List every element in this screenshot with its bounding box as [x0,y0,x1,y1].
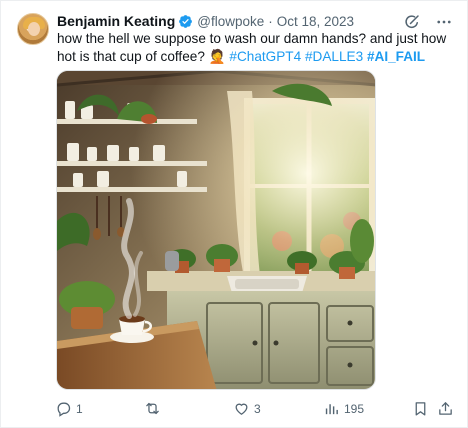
bookmark-button[interactable] [412,400,429,417]
tweet-header: Benjamin Keating @flowpoke · Oct 18, 202… [57,12,354,30]
tweet-actions: 1 3 195 [55,400,455,420]
repost-button[interactable] [144,400,165,417]
hashtag-dalle3[interactable]: #DALLE3 [305,49,363,64]
heart-icon [235,403,248,415]
reply-count: 1 [76,401,83,416]
tweet-image[interactable] [56,70,376,390]
reply-icon [57,402,71,417]
share-button[interactable] [437,400,454,417]
author-name[interactable]: Benjamin Keating [57,13,175,29]
avatar-face [28,22,40,36]
top-right-actions [403,13,453,31]
bookmark-icon [415,402,426,416]
grok-icon[interactable] [403,13,421,31]
avatar[interactable] [17,13,49,45]
hashtag-ai-fail[interactable]: #AI_FAIL [367,49,425,64]
header-separator: · [268,13,273,29]
tweet-text-line2: cup of coffee? [119,49,209,64]
author-handle[interactable]: @flowpoke [197,14,264,29]
like-button[interactable]: 3 [233,400,261,417]
repost-icon [146,402,159,415]
more-icon[interactable] [435,13,453,31]
verified-badge-icon [178,14,193,29]
view-count: 195 [344,401,365,416]
tweet-card[interactable]: Benjamin Keating @flowpoke · Oct 18, 202… [0,0,468,428]
share-icon [439,402,452,415]
views-button[interactable]: 195 [323,400,364,417]
tweet-date[interactable]: Oct 18, 2023 [277,14,354,29]
hashtag-chatgpt4[interactable]: #ChatGPT4 [229,49,301,64]
kitchen-illustration [57,71,375,389]
reply-button[interactable]: 1 [55,400,83,417]
tweet-text: how the hell we suppose to wash our damn… [57,30,457,66]
facepalm-emoji: 🤦 [208,49,226,64]
views-icon [325,404,338,415]
like-count: 3 [254,401,261,416]
